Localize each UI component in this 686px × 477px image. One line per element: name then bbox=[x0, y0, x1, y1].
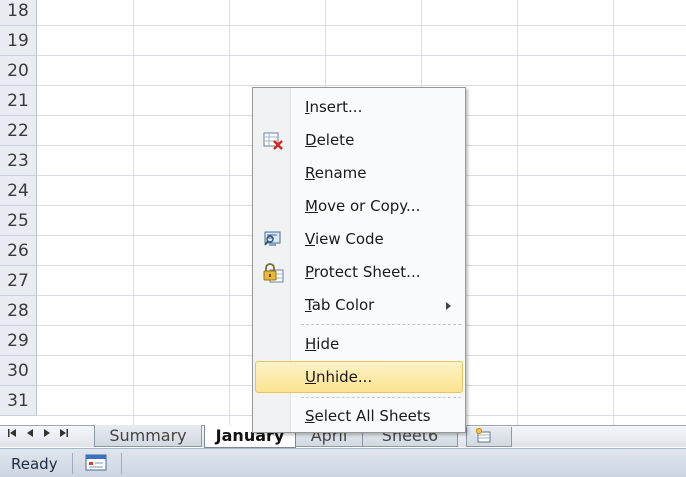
status-text: Ready bbox=[11, 455, 58, 473]
menu-item-select-all-sheets[interactable]: Select All Sheets bbox=[255, 403, 463, 431]
column-gridline bbox=[517, 0, 518, 425]
menu-item-label: Hide bbox=[305, 335, 340, 353]
protect-sheet-icon bbox=[262, 263, 284, 283]
insert-worksheet-button[interactable] bbox=[466, 427, 512, 447]
record-macro-icon bbox=[84, 454, 108, 476]
menu-item-insert[interactable]: Insert... bbox=[255, 94, 463, 122]
delete-sheet-icon bbox=[262, 131, 284, 151]
menu-separator bbox=[301, 397, 461, 398]
insert-worksheet-icon bbox=[475, 427, 493, 448]
row-header[interactable]: 18 bbox=[0, 0, 37, 26]
menu-item-label: Insert... bbox=[305, 98, 363, 116]
column-gridline bbox=[613, 0, 614, 425]
first-sheet-icon[interactable] bbox=[5, 428, 19, 444]
row-header[interactable]: 22 bbox=[0, 116, 37, 146]
row-header[interactable]: 31 bbox=[0, 386, 37, 416]
menu-separator bbox=[301, 324, 461, 325]
menu-item-unhide[interactable]: Unhide... bbox=[255, 361, 463, 393]
status-bar: Ready bbox=[0, 448, 686, 477]
column-gridline bbox=[229, 0, 230, 425]
column-gridline bbox=[133, 0, 134, 425]
menu-item-tab-color[interactable]: Tab Color bbox=[255, 292, 463, 320]
menu-item-rename[interactable]: Rename bbox=[255, 160, 463, 188]
sheet-tab-context-menu: Insert... Delete Rename Move or Copy... bbox=[252, 87, 466, 433]
row-header[interactable]: 29 bbox=[0, 326, 37, 356]
menu-item-label: Select All Sheets bbox=[305, 407, 431, 425]
row-header[interactable]: 19 bbox=[0, 26, 37, 56]
status-separator bbox=[72, 453, 73, 474]
sheet-tab-summary[interactable]: Summary bbox=[94, 425, 202, 447]
row-header[interactable]: 25 bbox=[0, 206, 37, 236]
row-header[interactable]: 27 bbox=[0, 266, 37, 296]
row-header[interactable]: 26 bbox=[0, 236, 37, 266]
menu-item-hide[interactable]: Hide bbox=[255, 331, 463, 359]
row-header[interactable]: 20 bbox=[0, 56, 37, 86]
menu-item-view-code[interactable]: View Code bbox=[255, 226, 463, 254]
view-code-icon bbox=[262, 230, 284, 250]
menu-item-protect-sheet[interactable]: Protect Sheet... bbox=[255, 259, 463, 287]
grid-row: 19 bbox=[0, 26, 686, 56]
menu-item-label: Rename bbox=[305, 164, 367, 182]
prev-sheet-icon[interactable] bbox=[23, 428, 37, 444]
menu-item-label: Tab Color bbox=[305, 296, 375, 314]
next-sheet-icon[interactable] bbox=[40, 428, 54, 444]
menu-item-label: Move or Copy... bbox=[305, 197, 421, 215]
row-header[interactable]: 28 bbox=[0, 296, 37, 326]
grid-row: 20 bbox=[0, 56, 686, 86]
submenu-arrow-icon bbox=[446, 302, 451, 310]
menu-item-label: Unhide... bbox=[305, 368, 373, 386]
menu-item-label: Delete bbox=[305, 131, 355, 149]
status-separator bbox=[121, 453, 122, 474]
row-header[interactable]: 23 bbox=[0, 146, 37, 176]
record-macro-button[interactable] bbox=[84, 454, 108, 472]
grid-row: 18 bbox=[0, 0, 686, 26]
row-header[interactable]: 30 bbox=[0, 356, 37, 386]
menu-item-move-or-copy[interactable]: Move or Copy... bbox=[255, 193, 463, 221]
menu-item-delete[interactable]: Delete bbox=[255, 127, 463, 155]
menu-item-label: Protect Sheet... bbox=[305, 263, 421, 281]
row-header[interactable]: 24 bbox=[0, 176, 37, 206]
row-header[interactable]: 21 bbox=[0, 86, 37, 116]
menu-item-label: View Code bbox=[305, 230, 384, 248]
last-sheet-icon[interactable] bbox=[57, 428, 71, 444]
